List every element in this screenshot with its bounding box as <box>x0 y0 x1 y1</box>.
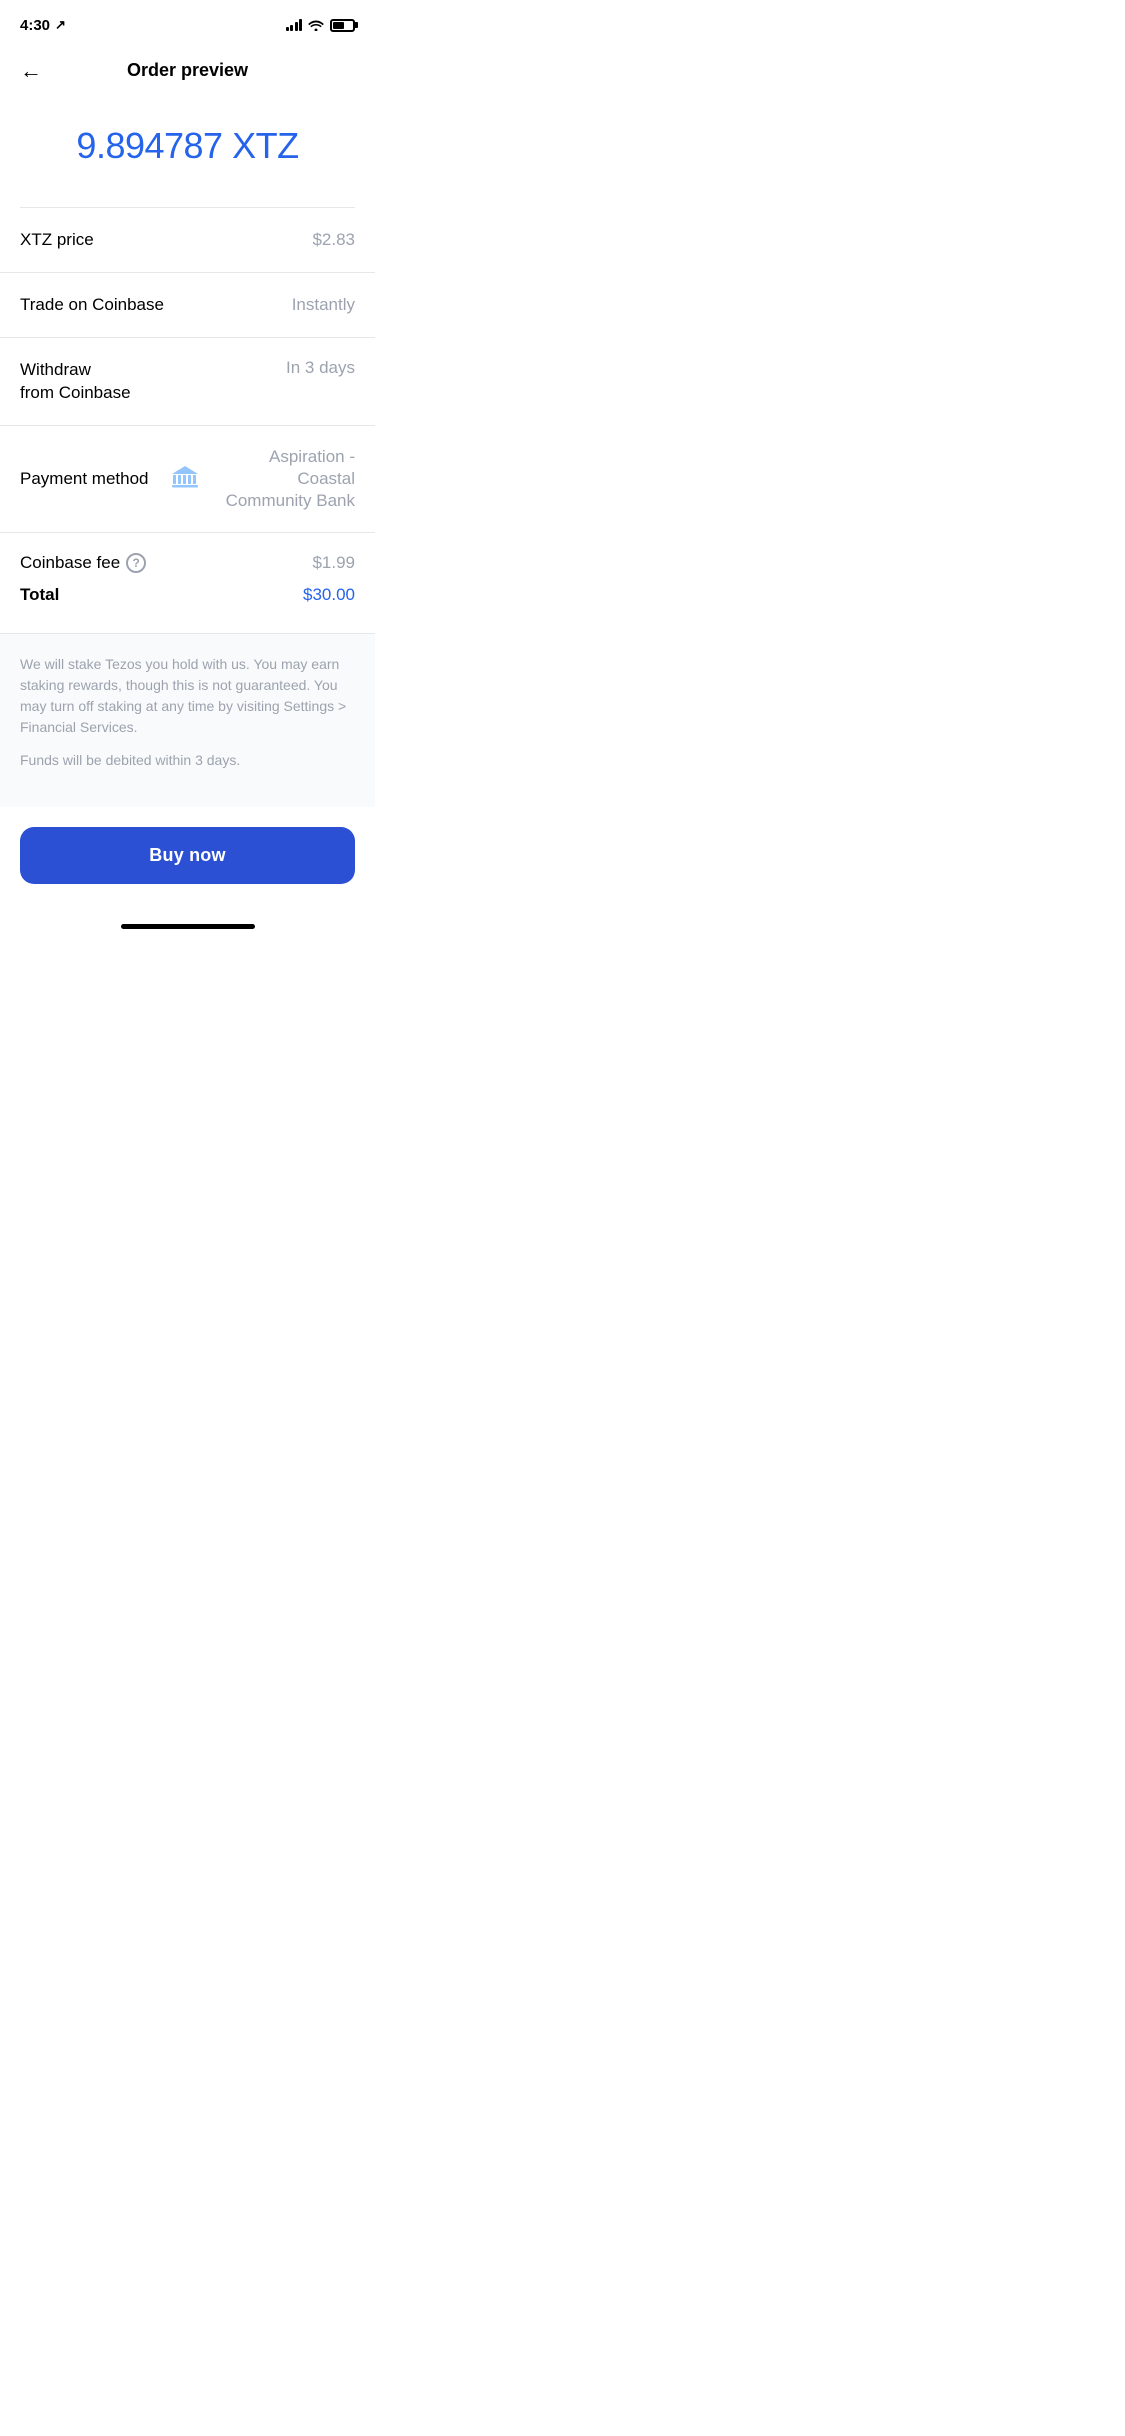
signal-icon <box>286 19 303 31</box>
help-icon[interactable]: ? <box>126 553 146 573</box>
xtz-price-row: XTZ price $2.83 <box>0 208 375 273</box>
status-time: 4:30 ↗ <box>20 17 66 34</box>
fee-row: Coinbase fee ? $1.99 <box>20 553 355 573</box>
status-bar: 4:30 ↗ <box>0 0 375 44</box>
funds-disclaimer: Funds will be debited within 3 days. <box>20 750 355 771</box>
staking-disclaimer: We will stake Tezos you hold with us. Yo… <box>20 654 355 738</box>
amount-section: 9.894787 XTZ <box>0 93 375 207</box>
total-value: $30.00 <box>303 585 355 605</box>
bank-name-text: Aspiration - Coastal Community Bank <box>207 446 355 512</box>
time-display: 4:30 <box>20 17 50 34</box>
withdraw-row: Withdraw from Coinbase In 3 days <box>0 338 375 427</box>
nav-header: ← Order preview <box>0 44 375 93</box>
bank-icon <box>171 465 199 489</box>
trade-label: Trade on Coinbase <box>20 293 164 317</box>
buy-now-button[interactable]: Buy now <box>20 827 355 884</box>
total-row: Total $30.00 <box>20 585 355 625</box>
status-icons <box>286 19 356 32</box>
withdraw-label: Withdraw <box>20 358 131 382</box>
payment-method-row: Payment method Aspiration - Coastal Comm… <box>0 426 375 533</box>
home-bar <box>121 924 255 929</box>
location-icon: ↗ <box>55 17 66 33</box>
page-title: Order preview <box>127 60 248 81</box>
trade-row: Trade on Coinbase Instantly <box>0 273 375 338</box>
bank-icon-wrapper <box>171 465 199 494</box>
withdraw-value: In 3 days <box>286 358 355 378</box>
disclaimer-section: We will stake Tezos you hold with us. Yo… <box>0 634 375 807</box>
xtz-price-label: XTZ price <box>20 228 94 252</box>
fee-label: Coinbase fee ? <box>20 553 146 573</box>
withdraw-label-group: Withdraw from Coinbase <box>20 358 131 406</box>
fee-value: $1.99 <box>312 553 355 573</box>
withdraw-label-2: from Coinbase <box>20 381 131 405</box>
xtz-price-value: $2.83 <box>312 230 355 250</box>
fee-label-text: Coinbase fee <box>20 553 120 573</box>
payment-method-label: Payment method <box>20 467 149 491</box>
wifi-icon <box>308 19 324 31</box>
trade-value: Instantly <box>292 295 355 315</box>
back-button[interactable]: ← <box>20 58 42 84</box>
fee-section: Coinbase fee ? $1.99 Total $30.00 <box>0 533 375 634</box>
payment-method-value: Aspiration - Coastal Community Bank <box>171 446 355 512</box>
bottom-section: Buy now <box>0 807 375 916</box>
home-indicator <box>0 916 375 937</box>
battery-icon <box>330 19 355 32</box>
total-label: Total <box>20 585 59 605</box>
amount-display: 9.894787 XTZ <box>76 125 298 167</box>
